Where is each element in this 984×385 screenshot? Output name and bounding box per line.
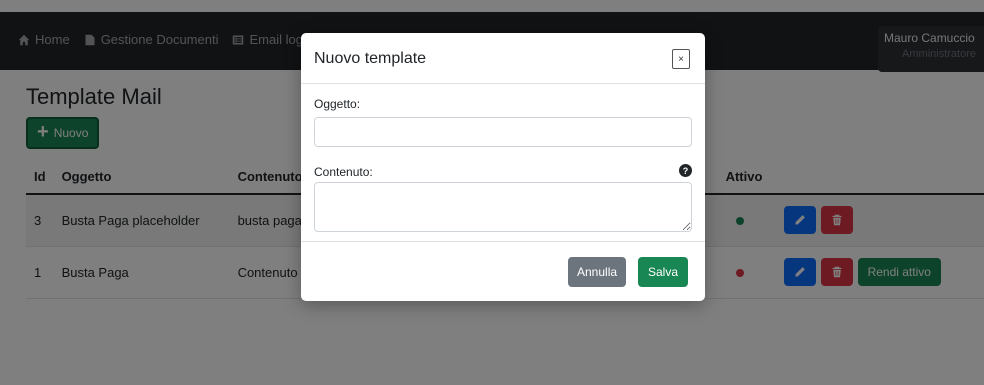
modal-footer: Annulla Salva (301, 242, 705, 300)
modal-body: Oggetto: Contenuto: ? (301, 84, 705, 242)
oggetto-input[interactable] (314, 117, 692, 147)
modal-header: Nuovo template × (301, 33, 705, 84)
close-icon: × (678, 53, 684, 65)
new-template-modal: Nuovo template × Oggetto: Contenuto: ? A… (301, 33, 705, 301)
contenuto-textarea[interactable] (314, 182, 692, 232)
save-button[interactable]: Salva (638, 257, 689, 287)
modal-title: Nuovo template (314, 50, 427, 67)
close-button[interactable]: × (672, 49, 690, 69)
contenuto-label: Contenuto: (314, 165, 373, 179)
oggetto-label: Oggetto: (314, 97, 361, 111)
cancel-button[interactable]: Annulla (568, 257, 627, 287)
help-icon[interactable]: ? (679, 164, 692, 177)
